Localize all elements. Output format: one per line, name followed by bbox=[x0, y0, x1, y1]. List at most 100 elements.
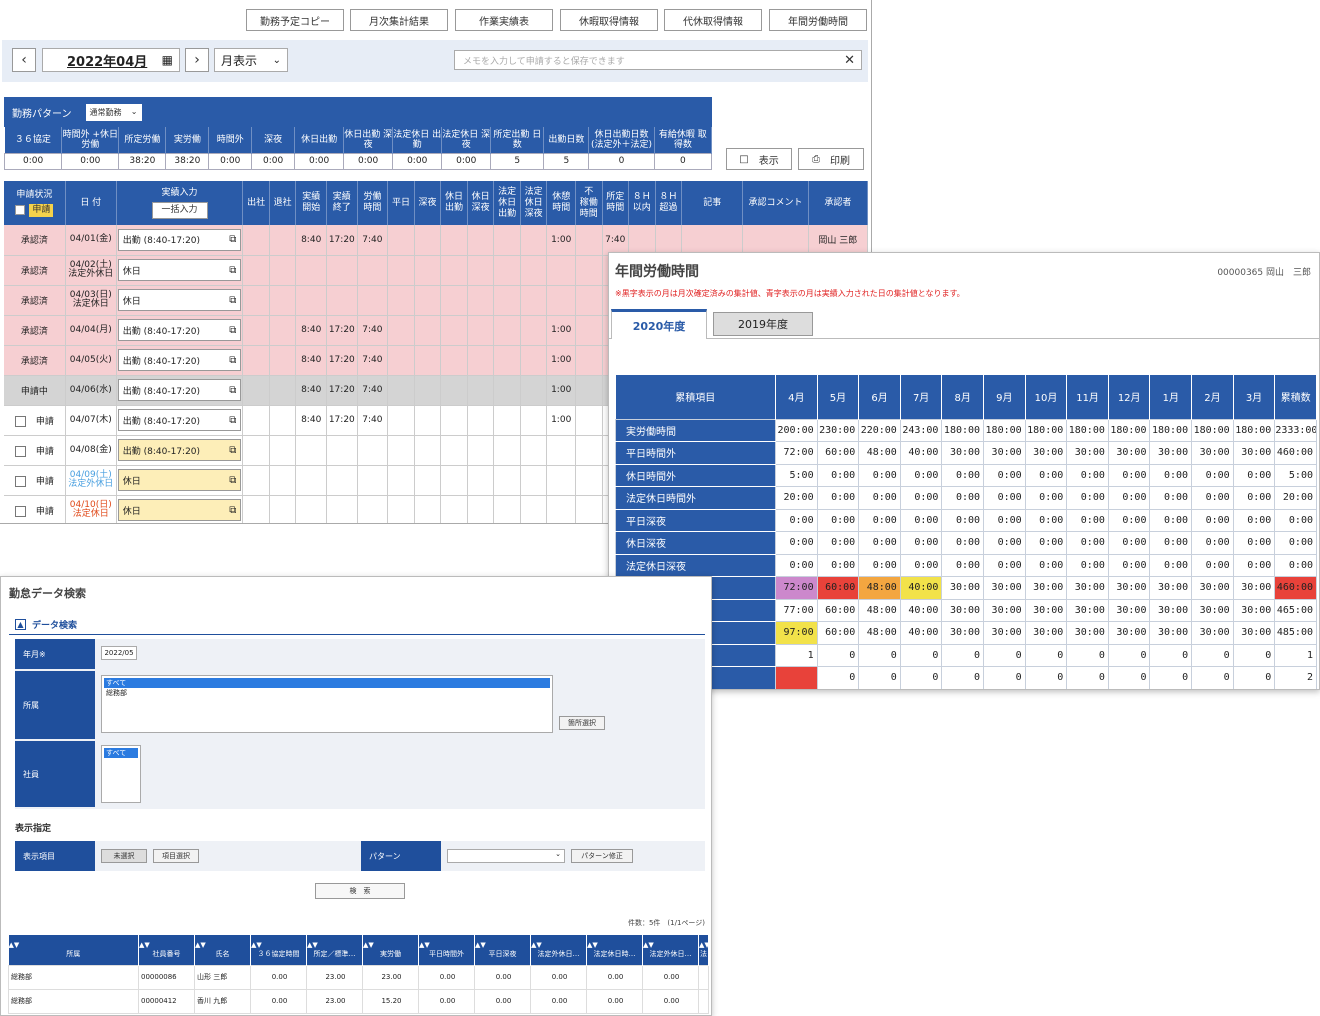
top-button-1[interactable]: 月次集計結果 bbox=[350, 9, 448, 31]
top-button-2[interactable]: 作業実績表 bbox=[455, 9, 553, 31]
external-link-icon[interactable]: ⧉ bbox=[229, 325, 236, 336]
sort-icon[interactable]: ▲▼ bbox=[419, 941, 474, 949]
result-header-5[interactable]: ▲▼ 実労働 bbox=[362, 935, 419, 965]
result-row[interactable]: 総務部 00000412 香川 九郎 0.00 23.00 15.20 0.00 0.00 0.… bbox=[8, 988, 709, 1014]
external-link-icon[interactable]: ⧉ bbox=[229, 385, 236, 396]
unselected-button[interactable]: 未選択 bbox=[101, 849, 147, 863]
external-link-icon[interactable]: ⧉ bbox=[229, 355, 236, 366]
select-all-checkbox[interactable] bbox=[15, 205, 26, 215]
row-checkbox[interactable] bbox=[14, 415, 26, 427]
annual-cell: 0:00 bbox=[1232, 463, 1276, 487]
result-header-2[interactable]: ▲▼ 氏名 bbox=[194, 935, 251, 965]
sort-icon[interactable]: ▲▼ bbox=[363, 941, 418, 949]
work-input[interactable]: 出勤 (8:40-17:20) ⧉ bbox=[117, 439, 242, 461]
result-row[interactable]: 総務部 00000086 山形 三郎 0.00 23.00 23.00 0.00 0.00 0.… bbox=[8, 964, 709, 990]
work-input[interactable]: 休日 ⧉ bbox=[117, 499, 242, 521]
show-button[interactable]: □ 表示 bbox=[726, 148, 792, 170]
result-header-4[interactable]: ▲▼ 所定／標準… bbox=[306, 935, 363, 965]
search-button[interactable]: 検 索 bbox=[315, 883, 405, 899]
apply-badge[interactable]: 申請 bbox=[29, 203, 54, 217]
sort-icon[interactable]: ▲▼ bbox=[251, 941, 306, 949]
start-value: 8:40 bbox=[301, 325, 322, 335]
top-button-0[interactable]: 勤務予定コピー bbox=[246, 9, 344, 31]
result-header-1[interactable]: ▲▼ 社員番号 bbox=[138, 935, 195, 965]
item-select-button[interactable]: 項目選択 bbox=[153, 849, 199, 863]
memo-input[interactable]: メモを入力して申請すると保存できます ✕ bbox=[454, 50, 862, 70]
result-header-6[interactable]: ▲▼ 平日時間外 bbox=[418, 935, 475, 965]
rest-value: 1:00 bbox=[551, 325, 572, 335]
sort-icon[interactable]: ▲▼ bbox=[9, 941, 138, 949]
external-link-icon[interactable]: ⧉ bbox=[229, 415, 236, 426]
calendar-icon[interactable]: ▦ bbox=[162, 53, 173, 67]
dept-option-all[interactable]: すべて bbox=[104, 678, 550, 688]
chevron-left-icon: ‹ bbox=[21, 52, 27, 68]
dept-list[interactable]: すべて 総務部 bbox=[101, 675, 553, 733]
sort-icon[interactable]: ▲▼ bbox=[307, 941, 362, 949]
sort-icon[interactable]: ▲▼ bbox=[699, 941, 708, 949]
pattern-select[interactable]: 通常勤務 ⌄ bbox=[85, 103, 142, 121]
work-input[interactable]: 出勤 (8:40-17:20) ⧉ bbox=[117, 409, 242, 431]
work-input[interactable]: 出勤 (8:40-17:20) ⧉ bbox=[117, 228, 242, 251]
result-header-10[interactable]: ▲▼ 法定外休日… bbox=[642, 935, 699, 965]
p3-pattern-select[interactable]: ⌄ bbox=[447, 849, 565, 863]
prev-month-button[interactable]: ‹ bbox=[12, 48, 36, 72]
result-cell: 15.20 bbox=[362, 988, 419, 1014]
pattern-edit-button[interactable]: パターン修正 bbox=[571, 849, 633, 863]
view-select[interactable]: 月表示 ⌄ bbox=[214, 48, 288, 72]
sort-icon[interactable]: ▲▼ bbox=[643, 941, 698, 949]
tab-2020[interactable]: 2020年度 bbox=[611, 309, 707, 339]
date-text: 04/02(土) 法定外休日 bbox=[68, 260, 114, 279]
work-input[interactable]: 休日 ⧉ bbox=[117, 469, 242, 491]
tab-2019[interactable]: 2019年度 bbox=[713, 312, 813, 336]
external-link-icon[interactable]: ⧉ bbox=[229, 445, 236, 456]
result-header-11[interactable]: ▲▼法 bbox=[698, 935, 709, 965]
top-button-3[interactable]: 休暇取得情報 bbox=[560, 9, 658, 31]
month-field[interactable]: 2022年04月 ▦ bbox=[42, 48, 180, 72]
work-input[interactable]: 休日 ⧉ bbox=[117, 259, 242, 281]
external-link-icon[interactable]: ⧉ bbox=[229, 234, 236, 245]
work-input[interactable]: 出勤 (8:40-17:20) ⧉ bbox=[117, 349, 242, 371]
emp-list[interactable]: すべて bbox=[101, 745, 141, 803]
result-header-0[interactable]: ▲▼ 所属 bbox=[8, 935, 139, 965]
external-link-icon[interactable]: ⧉ bbox=[229, 475, 236, 486]
bulk-input-button[interactable]: 一括入力 bbox=[151, 201, 208, 219]
close-icon[interactable]: ✕ bbox=[844, 53, 855, 68]
summary-value-5: 0:00 bbox=[251, 152, 296, 170]
sort-icon[interactable]: ▲▼ bbox=[475, 941, 530, 949]
work-input[interactable]: 休日 ⧉ bbox=[117, 289, 242, 311]
dept-select-button[interactable]: 箇所選択 bbox=[559, 716, 605, 730]
work-input[interactable]: 出勤 (8:40-17:20) ⧉ bbox=[117, 379, 242, 401]
sort-icon[interactable]: ▲▼ bbox=[139, 941, 194, 949]
external-link-icon[interactable]: ⧉ bbox=[229, 505, 236, 516]
result-header-7[interactable]: ▲▼ 平日深夜 bbox=[474, 935, 531, 965]
sort-icon[interactable]: ▲▼ bbox=[195, 941, 250, 949]
external-link-icon[interactable]: ⧉ bbox=[229, 265, 236, 276]
print-button[interactable]: ⎙ 印刷 bbox=[798, 148, 864, 170]
date-cell: 04/06(水) bbox=[65, 375, 117, 406]
top-button-5[interactable]: 年間労働時間 bbox=[769, 9, 867, 31]
work-input[interactable]: 出勤 (8:40-17:20) ⧉ bbox=[117, 319, 242, 341]
row-checkbox[interactable] bbox=[14, 505, 26, 517]
collapse-icon[interactable]: ▲ bbox=[15, 619, 26, 630]
ym-input[interactable]: 2022/05 bbox=[101, 646, 137, 660]
external-link-icon[interactable]: ⧉ bbox=[229, 295, 236, 306]
empty-cell bbox=[575, 405, 603, 436]
row-checkbox[interactable] bbox=[14, 445, 26, 457]
next-month-button[interactable]: › bbox=[185, 48, 209, 72]
row-checkbox[interactable] bbox=[14, 475, 26, 487]
result-header-9[interactable]: ▲▼ 法定休日時… bbox=[586, 935, 643, 965]
result-cell: 0.00 bbox=[474, 964, 531, 990]
emp-option-all[interactable]: すべて bbox=[104, 748, 138, 758]
annual-header-12: 3月 bbox=[1233, 375, 1276, 419]
status-cell: 申請 bbox=[4, 465, 66, 496]
top-button-4[interactable]: 代休取得情報 bbox=[664, 9, 762, 31]
result-header-8[interactable]: ▲▼ 法定外休日… bbox=[530, 935, 587, 965]
sort-icon[interactable]: ▲▼ bbox=[531, 941, 586, 949]
result-header-3[interactable]: ▲▼ ３６協定時間 bbox=[250, 935, 307, 965]
dept-option-soumu[interactable]: 総務部 bbox=[104, 688, 550, 698]
start-value: 8:40 bbox=[301, 355, 322, 365]
sort-icon[interactable]: ▲▼ bbox=[587, 941, 642, 949]
work-value: 休日 bbox=[122, 266, 141, 277]
annual-cell: 0:00 bbox=[1066, 508, 1109, 532]
annual-cell: 30:00 bbox=[1107, 598, 1151, 622]
